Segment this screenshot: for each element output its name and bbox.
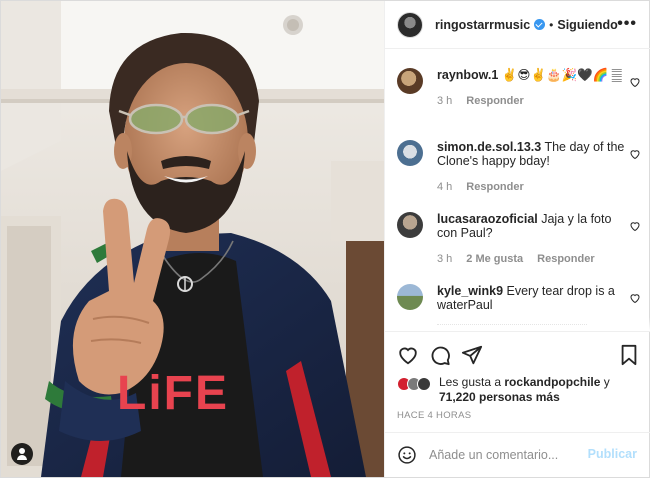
- like-heart-icon[interactable]: [397, 344, 419, 366]
- comments-list[interactable]: raynbow.1 ✌️😎✌️🎂🎉🖤🌈 𝄛 3 h Responder simo…: [385, 50, 650, 331]
- like-comment-heart-icon[interactable]: [629, 220, 641, 232]
- post-actions-bar: [385, 331, 650, 375]
- reply-button[interactable]: Responder: [466, 94, 523, 108]
- commenter-avatar[interactable]: [397, 212, 423, 238]
- user-tag-icon[interactable]: [11, 443, 33, 465]
- post-sidebar: ringostarrmusic • Siguiendo ••• raynbow.…: [384, 1, 650, 477]
- reply-button[interactable]: Responder: [466, 180, 523, 194]
- verified-badge-icon: [534, 19, 546, 30]
- photo-illustration: LiFE: [1, 1, 384, 477]
- following-button[interactable]: Siguiendo: [557, 18, 617, 32]
- post-timestamp[interactable]: HACE 4 HORAS: [397, 410, 471, 421]
- comment-input[interactable]: [429, 448, 579, 462]
- comment-time[interactable]: 3 h: [437, 94, 452, 108]
- comment-text: ✌️😎✌️🎂🎉🖤🌈 𝄛: [501, 68, 622, 82]
- commenter-avatar[interactable]: [397, 68, 423, 94]
- commenter-avatar[interactable]: [397, 140, 423, 166]
- author-username[interactable]: ringostarrmusic: [435, 18, 530, 32]
- shirt-lettering: LiFE: [117, 367, 229, 420]
- save-bookmark-icon[interactable]: [619, 344, 639, 366]
- comment-composer: Publicar: [385, 432, 650, 477]
- author-avatar[interactable]: [397, 11, 423, 38]
- like-comment-heart-icon[interactable]: [629, 148, 641, 160]
- comment-username[interactable]: raynbow.1: [437, 68, 498, 82]
- like-comment-heart-icon[interactable]: [629, 76, 641, 88]
- commenter-avatar[interactable]: [397, 284, 423, 310]
- comment-username[interactable]: kyle_wink9: [437, 284, 503, 298]
- liker-avatars[interactable]: [397, 377, 433, 391]
- comment-username[interactable]: simon.de.sol.13.3: [437, 140, 541, 154]
- reply-button[interactable]: Responder: [537, 252, 594, 266]
- post-photo[interactable]: LiFE: [1, 1, 384, 477]
- likes-prefix: Les gusta a: [439, 375, 502, 389]
- likes-user-link[interactable]: rockandpopchile: [504, 375, 600, 389]
- comment-username[interactable]: lucasaraozoficial: [437, 212, 538, 226]
- likes-conj: y: [603, 375, 610, 389]
- share-send-icon[interactable]: [461, 344, 483, 366]
- instagram-post: LiFE ringostarrmusic • Siguiendo ••• ray…: [0, 0, 650, 478]
- comments-fade: [385, 317, 650, 331]
- like-comment-heart-icon[interactable]: [629, 292, 641, 304]
- post-header: ringostarrmusic • Siguiendo •••: [385, 1, 650, 49]
- comment-likes-count[interactable]: 2 Me gusta: [466, 252, 523, 266]
- more-horizontal-icon[interactable]: •••: [617, 15, 637, 33]
- comment-time[interactable]: 3 h: [437, 252, 452, 266]
- comment-time[interactable]: 4 h: [437, 180, 452, 194]
- likes-count-link[interactable]: 71,220 personas más: [439, 390, 560, 404]
- comment-bubble-icon[interactable]: [429, 344, 451, 366]
- publish-button[interactable]: Publicar: [588, 447, 637, 461]
- emoji-picker-icon[interactable]: [397, 445, 417, 465]
- header-separator: •: [549, 17, 554, 32]
- likes-summary: Les gusta a rockandpopchile y 71,220 per…: [397, 375, 643, 405]
